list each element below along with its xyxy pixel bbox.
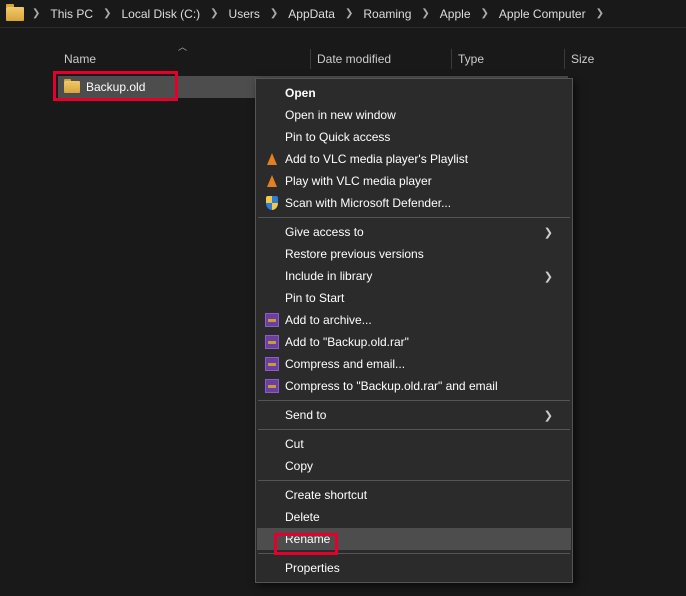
menu-separator xyxy=(258,429,570,430)
menu-item-label: Cut xyxy=(285,437,553,451)
breadcrumb-item[interactable]: Apple Computer xyxy=(495,3,590,25)
archive-icon xyxy=(265,313,279,327)
menu-item-label: Restore previous versions xyxy=(285,247,553,261)
menu-item[interactable]: Open xyxy=(257,82,571,104)
menu-item[interactable]: Give access to ❯ xyxy=(257,221,571,243)
menu-item[interactable]: Compress to "Backup.old.rar" and email xyxy=(257,375,571,397)
breadcrumb-item[interactable]: Users xyxy=(225,3,264,25)
breadcrumb-item[interactable]: Roaming xyxy=(359,3,415,25)
chevron-right-icon: ❯ xyxy=(206,8,222,19)
menu-item-label: Pin to Start xyxy=(285,291,553,305)
menu-item-label: Compress to "Backup.old.rar" and email xyxy=(285,379,553,393)
menu-item-label: Include in library xyxy=(285,269,544,283)
menu-item-label: Scan with Microsoft Defender... xyxy=(285,196,553,210)
column-headers: ︿ Name Date modified Type Size xyxy=(58,46,678,72)
menu-item[interactable]: Add to archive... xyxy=(257,309,571,331)
menu-item[interactable]: Add to "Backup.old.rar" xyxy=(257,331,571,353)
menu-item-label: Copy xyxy=(285,459,553,473)
menu-item[interactable]: Compress and email... xyxy=(257,353,571,375)
archive-icon xyxy=(265,357,279,371)
menu-item[interactable]: Include in library ❯ xyxy=(257,265,571,287)
archive-icon xyxy=(265,379,279,393)
menu-item[interactable]: Scan with Microsoft Defender... xyxy=(257,192,571,214)
chevron-right-icon: ❯ xyxy=(592,8,608,19)
breadcrumb-item[interactable]: AppData xyxy=(284,3,339,25)
chevron-right-icon: ❯ xyxy=(477,8,493,19)
menu-item-label: Give access to xyxy=(285,225,544,239)
menu-item[interactable]: Pin to Start xyxy=(257,287,571,309)
menu-item-label: Play with VLC media player xyxy=(285,174,553,188)
menu-item[interactable]: Open in new window xyxy=(257,104,571,126)
menu-item[interactable]: Copy xyxy=(257,455,571,477)
chevron-right-icon: ❯ xyxy=(28,8,44,19)
menu-item[interactable]: Rename xyxy=(257,528,571,550)
menu-item-label: Send to xyxy=(285,408,544,422)
menu-item[interactable]: Cut xyxy=(257,433,571,455)
vlc-icon xyxy=(267,153,277,165)
menu-item-label: Delete xyxy=(285,510,553,524)
menu-item-label: Add to archive... xyxy=(285,313,553,327)
shield-icon xyxy=(266,196,278,210)
chevron-right-icon: ❯ xyxy=(266,8,282,19)
context-menu: Open Open in new window Pin to Quick acc… xyxy=(255,78,573,583)
breadcrumb-item[interactable]: Local Disk (C:) xyxy=(117,3,204,25)
menu-item-label: Rename xyxy=(285,532,553,546)
column-header-date[interactable]: Date modified xyxy=(311,48,451,70)
menu-separator xyxy=(258,400,570,401)
menu-item[interactable]: Properties xyxy=(257,557,571,579)
chevron-right-icon: ❯ xyxy=(544,409,553,422)
menu-item[interactable]: Pin to Quick access xyxy=(257,126,571,148)
archive-icon xyxy=(265,335,279,349)
column-header-size[interactable]: Size xyxy=(565,48,625,70)
chevron-right-icon: ❯ xyxy=(341,8,357,19)
chevron-right-icon: ❯ xyxy=(544,226,553,239)
menu-item[interactable]: Create shortcut xyxy=(257,484,571,506)
chevron-right-icon: ❯ xyxy=(99,8,115,19)
chevron-right-icon: ❯ xyxy=(417,8,433,19)
menu-item[interactable]: Add to VLC media player's Playlist xyxy=(257,148,571,170)
menu-item[interactable]: Play with VLC media player xyxy=(257,170,571,192)
menu-separator xyxy=(258,553,570,554)
column-header-name[interactable]: Name xyxy=(58,48,310,70)
menu-item-label: Create shortcut xyxy=(285,488,553,502)
breadcrumb[interactable]: ❯ This PC ❯ Local Disk (C:) ❯ Users ❯ Ap… xyxy=(0,0,686,28)
menu-item-label: Open xyxy=(285,86,553,100)
menu-separator xyxy=(258,480,570,481)
menu-item[interactable]: Delete xyxy=(257,506,571,528)
vlc-icon xyxy=(267,175,277,187)
menu-item-label: Add to "Backup.old.rar" xyxy=(285,335,553,349)
column-header-type[interactable]: Type xyxy=(452,48,564,70)
chevron-right-icon: ❯ xyxy=(544,270,553,283)
menu-separator xyxy=(258,217,570,218)
breadcrumb-item[interactable]: This PC xyxy=(46,3,97,25)
menu-item[interactable]: Send to ❯ xyxy=(257,404,571,426)
menu-item-label: Add to VLC media player's Playlist xyxy=(285,152,553,166)
menu-item-label: Compress and email... xyxy=(285,357,553,371)
folder-icon xyxy=(6,7,24,21)
menu-item-label: Pin to Quick access xyxy=(285,130,553,144)
menu-item-label: Open in new window xyxy=(285,108,553,122)
menu-item[interactable]: Restore previous versions xyxy=(257,243,571,265)
breadcrumb-item[interactable]: Apple xyxy=(436,3,475,25)
folder-icon xyxy=(64,81,80,93)
menu-item-label: Properties xyxy=(285,561,553,575)
